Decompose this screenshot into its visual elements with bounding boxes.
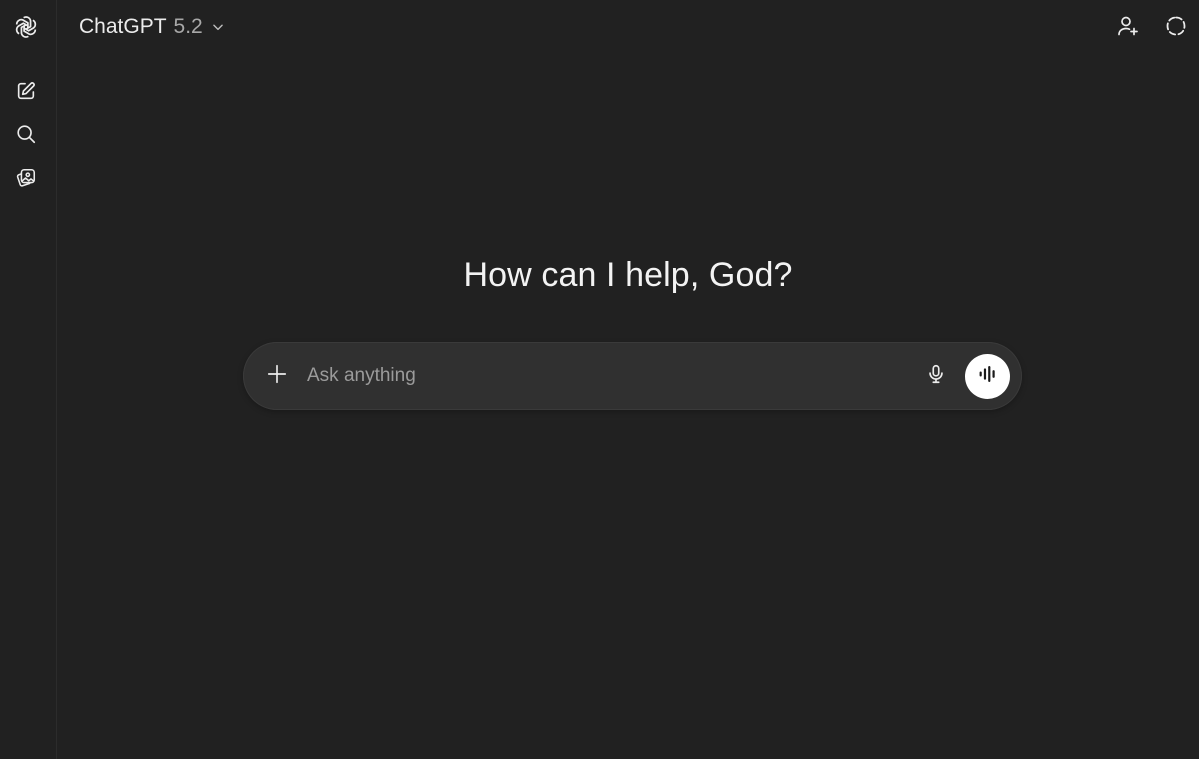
- search-chats-button[interactable]: [8, 116, 44, 152]
- composer: [243, 342, 1022, 410]
- new-chat-button[interactable]: [8, 73, 44, 109]
- dictate-button[interactable]: [918, 358, 954, 394]
- chatgpt-app: ChatGPT 5.2 How can I help, God? Ask any…: [0, 0, 1199, 759]
- voice-mode-button[interactable]: [965, 354, 1010, 399]
- model-selector[interactable]: ChatGPT 5.2: [73, 9, 231, 45]
- images-icon: [15, 167, 37, 189]
- attach-button[interactable]: [259, 358, 295, 394]
- prompt-input[interactable]: [307, 361, 897, 391]
- temporary-chat-button[interactable]: [1158, 10, 1194, 46]
- header: ChatGPT 5.2: [57, 0, 1199, 56]
- chevron-down-icon: [211, 20, 225, 34]
- temporary-chat-icon: [1164, 14, 1188, 43]
- voice-mode-icon: [977, 363, 999, 390]
- openai-logo-icon[interactable]: [8, 9, 44, 45]
- model-name: ChatGPT: [79, 15, 167, 38]
- images-button[interactable]: [8, 160, 44, 196]
- share-add-people-button[interactable]: [1110, 10, 1146, 46]
- plus-icon: [266, 363, 288, 390]
- search-icon: [15, 123, 37, 145]
- microphone-icon: [925, 363, 947, 390]
- sidebar: [0, 0, 57, 759]
- add-person-icon: [1116, 14, 1140, 43]
- greeting-heading: How can I help, God?: [463, 256, 793, 294]
- new-chat-icon: [15, 80, 37, 102]
- model-version: 5.2: [173, 15, 203, 38]
